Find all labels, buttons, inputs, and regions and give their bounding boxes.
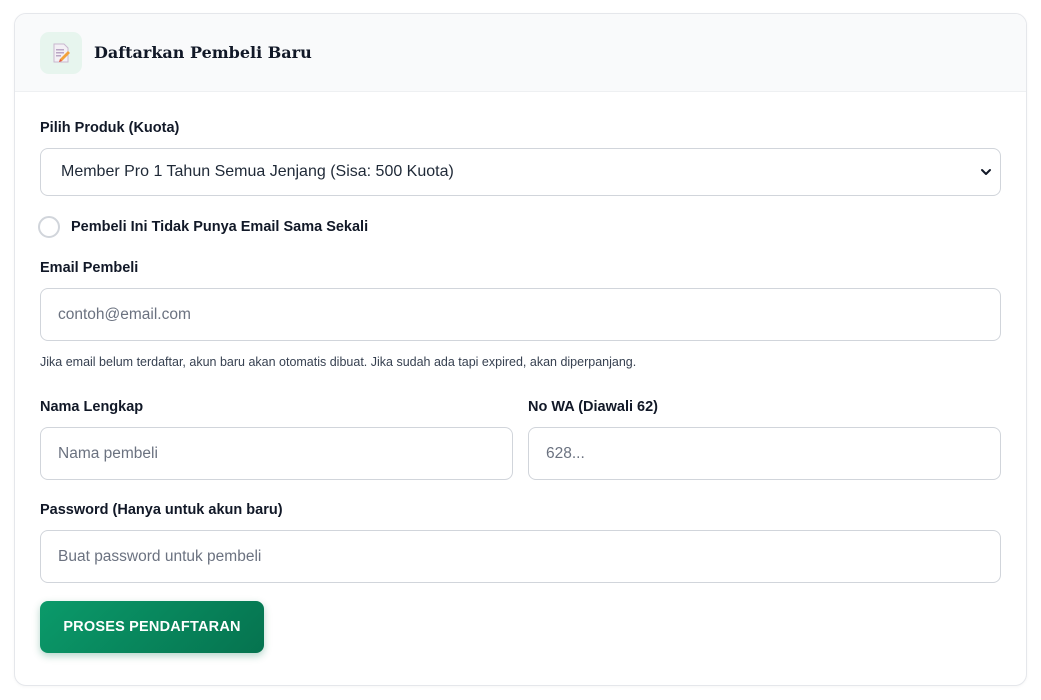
- password-field-block: Password (Hanya untuk akun baru) Buat pa…: [40, 502, 1001, 583]
- wa-field[interactable]: 628...: [528, 427, 1001, 480]
- name-field-block: Nama Lengkap Nama pembeli: [40, 399, 513, 480]
- email-hint: Jika email belum terdaftar, akun baru ak…: [40, 355, 637, 369]
- email-placeholder: contoh@email.com: [58, 305, 191, 323]
- name-field[interactable]: Nama pembeli: [40, 427, 513, 480]
- wa-field-block: No WA (Diawali 62) 628...: [528, 399, 1001, 480]
- register-buyer-card: Daftarkan Pembeli Baru Pilih Produk (Kuo…: [14, 13, 1027, 686]
- product-select-value: Member Pro 1 Tahun Semua Jenjang (Sisa: …: [61, 163, 454, 180]
- name-placeholder: Nama pembeli: [58, 444, 158, 462]
- no-email-checkbox-label: Pembeli Ini Tidak Punya Email Sama Sekal…: [71, 219, 369, 235]
- form-body: Pilih Produk (Kuota) Member Pro 1 Tahun …: [15, 92, 1026, 653]
- email-field[interactable]: contoh@email.com: [40, 288, 1001, 341]
- product-select[interactable]: Member Pro 1 Tahun Semua Jenjang (Sisa: …: [40, 148, 1001, 196]
- memo-icon: [40, 31, 82, 74]
- no-email-option[interactable]: Pembeli Ini Tidak Punya Email Sama Sekal…: [38, 216, 1001, 238]
- password-label: Password (Hanya untuk akun baru): [40, 502, 283, 518]
- email-field-block: Email Pembeli contoh@email.com Jika emai…: [40, 260, 1001, 369]
- name-label: Nama Lengkap: [40, 399, 144, 415]
- wa-placeholder: 628...: [546, 444, 585, 462]
- card-header: Daftarkan Pembeli Baru: [15, 14, 1026, 92]
- submit-button[interactable]: PROSES PENDAFTARAN: [40, 601, 264, 653]
- chevron-down-icon: [981, 169, 991, 175]
- no-email-checkbox[interactable]: [38, 216, 60, 238]
- page-title: Daftarkan Pembeli Baru: [94, 43, 312, 62]
- email-label: Email Pembeli: [40, 260, 139, 276]
- password-field[interactable]: Buat password untuk pembeli: [40, 530, 1001, 583]
- product-label: Pilih Produk (Kuota): [40, 120, 180, 136]
- name-wa-row: Nama Lengkap Nama pembeli No WA (Diawali…: [40, 399, 1001, 480]
- wa-label: No WA (Diawali 62): [528, 399, 658, 415]
- password-placeholder: Buat password untuk pembeli: [58, 547, 262, 565]
